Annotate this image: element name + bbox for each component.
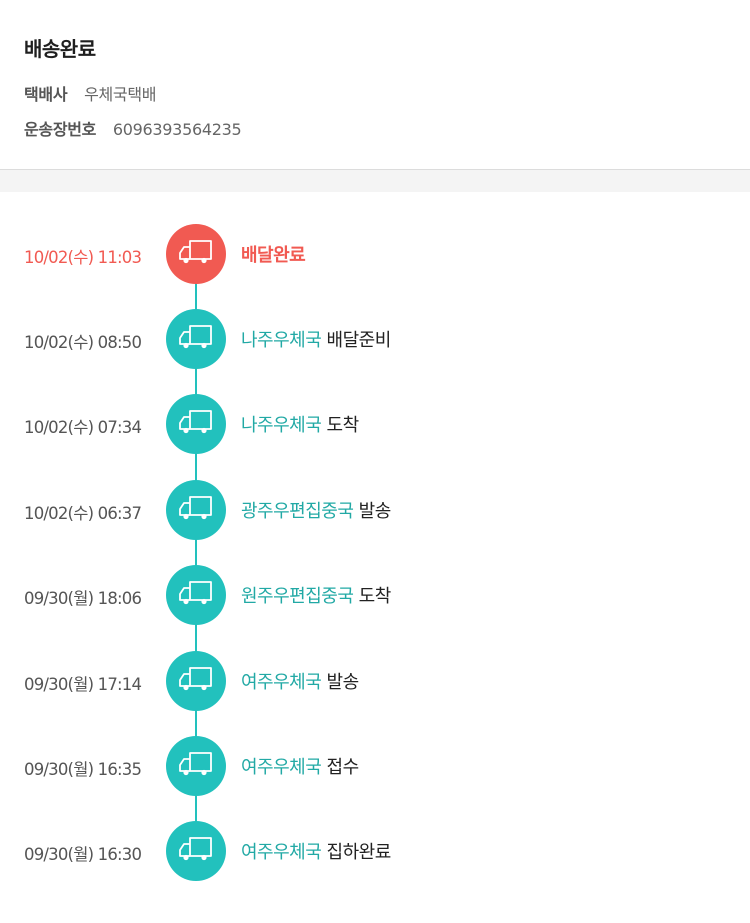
event-status: 집하완료: [326, 842, 392, 863]
event-description: 원주우편집중국 도착: [241, 582, 391, 608]
event-description: 광주우편집중국 발송: [241, 497, 391, 523]
event-description: 나주우체국 도착: [241, 411, 359, 437]
event-status: 발송: [326, 672, 360, 693]
timeline-event: 09/30(월) 16:30 여주우체국 집하완료: [0, 821, 750, 883]
event-location: 나주우체국: [241, 330, 322, 351]
event-location: 나주우체국: [241, 415, 322, 436]
tracking-label: 운송장번호: [24, 120, 97, 139]
timeline-event: 10/02(수) 07:34 나주우체국 도착: [0, 394, 750, 456]
event-status: 배달완료: [241, 245, 306, 266]
event-description: 여주우체국 집하완료: [241, 838, 391, 864]
event-time: 09/30(월) 17:14: [24, 675, 142, 694]
event-marker: [166, 565, 226, 625]
truck-icon: [177, 580, 215, 610]
event-description: 배달완료: [241, 241, 306, 267]
section-divider: [0, 170, 750, 192]
courier-row: 택배사 우체국택배: [24, 81, 156, 105]
timeline-event: 10/02(수) 08:50 나주우체국 배달준비: [0, 309, 750, 371]
event-status: 접수: [326, 757, 360, 778]
event-time: 09/30(월) 16:30: [24, 845, 142, 864]
event-status: 발송: [358, 501, 392, 522]
event-status: 도착: [358, 586, 392, 607]
truck-icon: [177, 666, 215, 696]
truck-icon: [177, 324, 215, 354]
event-location: 여주우체국: [241, 672, 322, 693]
tracking-timeline: 10/02(수) 11:03 배달완료 10/02(수) 08:50 나주우체국…: [0, 192, 750, 922]
tracking-row: 운송장번호 6096393564235: [24, 116, 242, 140]
courier-label: 택배사: [24, 85, 68, 104]
event-location: 여주우체국: [241, 842, 322, 863]
event-time: 10/02(수) 06:37: [24, 504, 142, 523]
timeline-event: 10/02(수) 06:37 광주우편집중국 발송: [0, 480, 750, 542]
event-time: 09/30(월) 16:35: [24, 760, 142, 779]
timeline-event: 09/30(월) 17:14 여주우체국 발송: [0, 651, 750, 713]
event-marker: [166, 480, 226, 540]
delivery-header: 배송완료 택배사 우체국택배 운송장번호 6096393564235: [0, 0, 750, 170]
timeline-event: 09/30(월) 16:35 여주우체국 접수: [0, 736, 750, 798]
event-location: 원주우편집중국: [241, 586, 354, 607]
event-time: 10/02(수) 07:34: [24, 418, 142, 437]
event-status: 도착: [326, 415, 360, 436]
event-time: 10/02(수) 11:03: [24, 248, 142, 267]
event-marker: [166, 651, 226, 711]
event-description: 나주우체국 배달준비: [241, 326, 391, 352]
event-time: 10/02(수) 08:50: [24, 333, 142, 352]
event-marker: [166, 309, 226, 369]
event-location: 광주우편집중국: [241, 501, 354, 522]
courier-value: 우체국택배: [84, 85, 157, 104]
event-location: 여주우체국: [241, 757, 322, 778]
timeline-event: 09/30(월) 18:06 원주우편집중국 도착: [0, 565, 750, 627]
delivery-status-title: 배송완료: [24, 37, 96, 61]
truck-icon: [177, 239, 215, 269]
truck-icon: [177, 409, 215, 439]
event-marker: [166, 224, 226, 284]
event-description: 여주우체국 발송: [241, 668, 359, 694]
truck-icon: [177, 495, 215, 525]
timeline-event: 10/02(수) 11:03 배달완료: [0, 224, 750, 286]
truck-icon: [177, 836, 215, 866]
event-description: 여주우체국 접수: [241, 753, 359, 779]
tracking-number: 6096393564235: [112, 120, 242, 139]
truck-icon: [177, 751, 215, 781]
event-time: 09/30(월) 18:06: [24, 589, 142, 608]
event-status: 배달준비: [326, 330, 392, 351]
event-marker: [166, 736, 226, 796]
event-marker: [166, 821, 226, 881]
event-marker: [166, 394, 226, 454]
